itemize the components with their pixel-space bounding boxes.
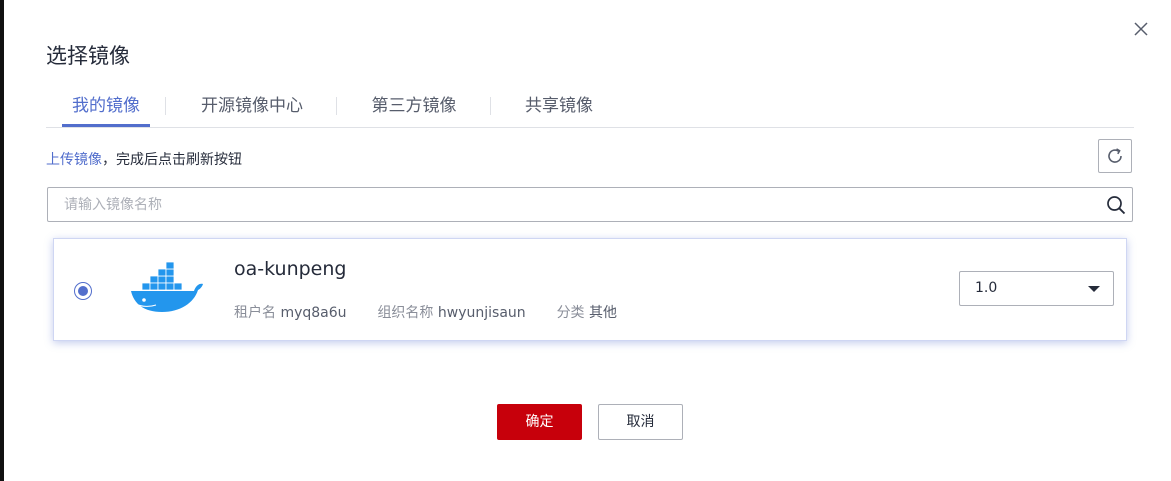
tab-divider (165, 97, 166, 115)
image-name: oa-kunpeng (234, 258, 347, 280)
version-select[interactable]: 1.0 (959, 271, 1114, 306)
tab-third-party-images[interactable]: 第三方镜像 (368, 90, 460, 126)
close-icon (1134, 22, 1148, 36)
category-label: 分类 (556, 305, 585, 321)
category-value: 其他 (589, 305, 618, 321)
refresh-button[interactable] (1098, 139, 1132, 173)
tab-divider (336, 97, 337, 115)
cancel-button[interactable]: 取消 (598, 404, 683, 440)
image-select-radio[interactable] (74, 282, 92, 300)
docker-icon (131, 261, 203, 312)
version-value: 1.0 (975, 280, 998, 296)
tab-shared-images[interactable]: 共享镜像 (522, 90, 596, 126)
upload-hint: 上传镜像，完成后点击刷新按钮 (46, 150, 242, 170)
chevron-down-icon (1088, 286, 1100, 292)
tenant-label: 租户名 (234, 305, 276, 321)
close-button[interactable] (1129, 17, 1153, 41)
tab-divider (490, 97, 491, 115)
search-icon[interactable] (1106, 195, 1126, 215)
organization-value: hwyunjisaun (437, 305, 526, 321)
confirm-button[interactable]: 确定 (497, 404, 582, 440)
organization-label: 组织名称 (377, 305, 434, 321)
search-input[interactable] (48, 188, 1104, 221)
upload-hint-text: ，完成后点击刷新按钮 (102, 152, 242, 168)
dialog-title: 选择镜像 (46, 44, 130, 68)
image-card[interactable]: oa-kunpeng 租户名 myq8a6u 组织名称 hwyunjisaun … (53, 238, 1127, 341)
tab-open-source-center[interactable]: 开源镜像中心 (197, 90, 307, 126)
upload-image-link[interactable]: 上传镜像 (46, 152, 102, 168)
image-meta: 租户名 myq8a6u 组织名称 hwyunjisaun 分类 其他 (234, 303, 617, 323)
tab-my-images[interactable]: 我的镜像 (62, 90, 150, 127)
image-search-box (47, 187, 1133, 222)
tenant-value: myq8a6u (280, 305, 347, 321)
window-edge (0, 0, 4, 481)
refresh-icon (1108, 148, 1122, 163)
select-image-dialog: 选择镜像 我的镜像 开源镜像中心 第三方镜像 共享镜像 上传镜像，完成后点击刷新… (0, 0, 1171, 481)
image-source-tabs: 我的镜像 开源镜像中心 第三方镜像 共享镜像 (46, 90, 1134, 128)
radio-selected-dot (78, 286, 88, 296)
